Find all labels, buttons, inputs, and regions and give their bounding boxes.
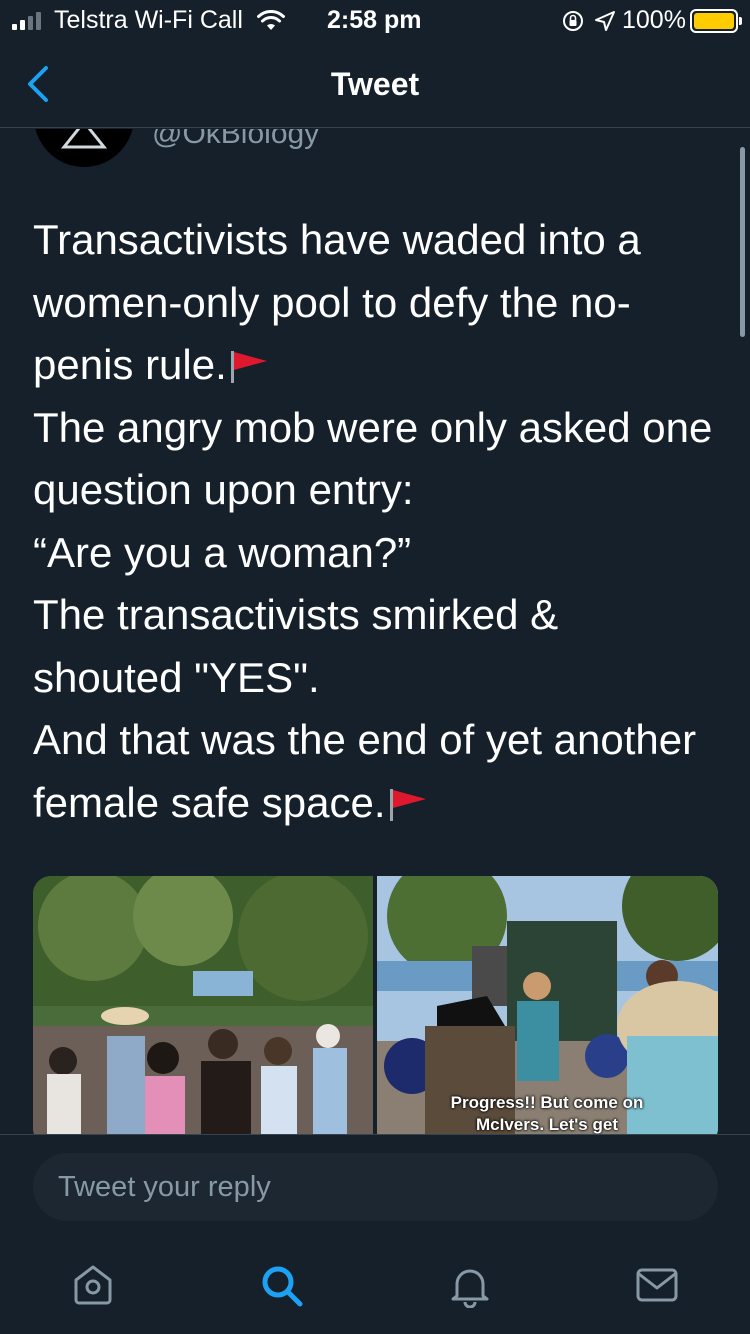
media-photo-crowd[interactable] (33, 876, 374, 1134)
avatar[interactable] (34, 129, 134, 167)
tweet-line: “Are you a woman?” (33, 528, 412, 576)
battery-percentage: 100% (622, 6, 686, 34)
tweet-line-with-flag: female safe space. (33, 772, 723, 835)
messages-envelope-icon[interactable] (634, 1262, 680, 1308)
notifications-bell-icon[interactable] (447, 1262, 493, 1308)
tweet-line: women-only pool to defy the no- (33, 278, 631, 326)
media-caption-line: Progress!! But come on (450, 1093, 644, 1112)
tab-bar (0, 1242, 750, 1334)
media-photo-gate[interactable]: Progress!! But come on McIvers. Let's get (377, 876, 718, 1134)
tweet-line: And that was the end of yet another (33, 716, 697, 763)
author-handle[interactable]: @OkBiology (152, 129, 319, 151)
search-icon[interactable] (258, 1262, 304, 1308)
page-title: Tweet (330, 66, 420, 102)
tweet-line: penis rule. (33, 341, 227, 388)
home-icon[interactable] (70, 1262, 116, 1308)
tweet-line-with-flag: penis rule. (33, 334, 723, 397)
cellular-signal-icon (12, 10, 41, 30)
wifi-icon (257, 10, 285, 30)
tweet-line: The angry mob were only asked one (33, 403, 713, 451)
tweet-line: question upon entry: (33, 466, 414, 513)
tweet-media[interactable]: Progress!! But come on McIvers. Let's get (33, 876, 718, 1134)
red-flag-icon (230, 351, 267, 383)
reply-bar (0, 1134, 750, 1242)
location-arrow-icon (595, 11, 615, 31)
red-flag-icon (389, 788, 426, 821)
navigation-bar: Tweet (0, 42, 750, 128)
tweet-detail: @OkBiology Transactivists have waded int… (0, 129, 750, 1134)
clock: 2:58 pm (327, 6, 422, 34)
rotation-lock-icon (563, 11, 583, 31)
scroll-indicator[interactable] (740, 147, 745, 337)
battery-icon (690, 9, 742, 33)
tweet-line: shouted "YES". (33, 653, 320, 701)
tweet-line: female safe space. (33, 778, 386, 826)
tweet-line: Transactivists have waded into a (33, 216, 641, 263)
media-caption: Progress!! But come on McIvers. Let's get (437, 1092, 657, 1134)
status-bar: Telstra Wi-Fi Call 2:58 pm 100% (0, 0, 750, 42)
reply-input[interactable] (33, 1153, 718, 1221)
carrier-label: Telstra Wi-Fi Call (54, 6, 243, 34)
media-caption-line: McIvers. Let's get (476, 1115, 618, 1134)
tweet-body: Transactivists have waded into a women-o… (33, 209, 723, 834)
tweet-line: The transactivists smirked & (33, 591, 559, 638)
